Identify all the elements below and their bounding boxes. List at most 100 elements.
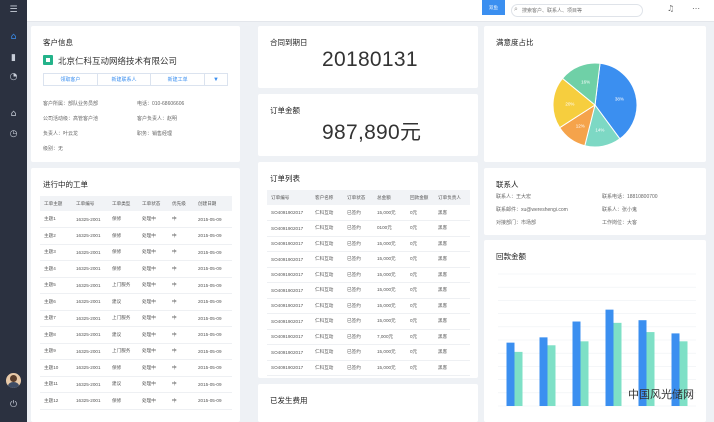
table-cell: 主题11	[40, 376, 72, 393]
table-row[interactable]: 主题3 16325-2001 保修 处理中中 2015-05-09	[40, 244, 232, 261]
table-cell: 15,000元	[373, 236, 406, 252]
table-cell: 主题5	[40, 277, 72, 294]
table-row[interactable]: SO4091902017 仁科互动 已签约 15,000元 0元 黑客	[267, 251, 470, 268]
table-cell: 处理中	[138, 359, 168, 377]
chevron-down-icon[interactable]: ▼	[205, 74, 227, 85]
claim-customer-button[interactable]: 领取客户	[44, 74, 98, 85]
pie-chart-icon[interactable]: ◔	[7, 71, 20, 84]
bar[interactable]	[613, 322, 622, 406]
column-header[interactable]: 工单类型	[108, 196, 138, 211]
contact-field: 联系电话：18810800700	[602, 194, 658, 200]
table-row[interactable]: SO4091902017 仁科互动 已签约 15,000元 0元 黑客	[267, 282, 470, 299]
column-header[interactable]: 工单主题	[40, 196, 72, 211]
search-input[interactable]	[511, 4, 643, 17]
column-header[interactable]: 订单状态	[343, 190, 373, 205]
table-row[interactable]: SO4091902017 仁科互动 已签约 15,000元 0元 黑客	[267, 267, 470, 283]
table-row[interactable]: 主题1 16325-2001 保修 处理中中 2015-05-09	[40, 211, 232, 228]
new-work-order-button[interactable]: 新建工单	[151, 74, 206, 85]
table-row[interactable]: 主题6 16325-2001 建议 处理中中 2015-05-09	[40, 293, 232, 311]
table-row[interactable]: SO4091902017 仁科互动 已签约 15,000元 0元 黑客	[267, 313, 470, 330]
order-amount-value: 987,890元	[322, 121, 422, 144]
table-cell: 15,000元	[373, 267, 406, 283]
table-cell: 仁科互动	[311, 282, 343, 299]
table-cell: SO4091902017	[267, 298, 311, 314]
table-cell: 16325-2001	[72, 211, 108, 228]
table-cell: 已签约	[343, 329, 373, 345]
column-header[interactable]: 订单负责人	[434, 190, 470, 205]
new-contact-button[interactable]: 新建联系人	[98, 74, 152, 85]
table-cell: SO4091902017	[267, 205, 311, 221]
table-row[interactable]: 主题5 16325-2001 上门服务 处理中中 2015-05-09	[40, 277, 232, 294]
table-row[interactable]: SO4091902017 仁科互动 已签约 15,000元 0元 黑客	[267, 344, 470, 361]
field-label: 客户所属：部队业务员部	[43, 101, 99, 107]
bar[interactable]	[547, 345, 556, 406]
bell-icon[interactable]: ♫	[667, 5, 674, 13]
table-cell: 处理中	[138, 227, 168, 245]
slice-label: 16%	[581, 80, 590, 85]
company-logo-icon	[43, 55, 53, 65]
table-cell: 仁科互动	[311, 236, 343, 252]
bar[interactable]	[506, 342, 515, 406]
table-cell: 中	[168, 260, 194, 278]
table-cell: 7,000元	[373, 329, 406, 345]
table-row[interactable]: SO4091902017 仁科互动 已签约 0100元 0元 黑客	[267, 220, 470, 237]
column-header[interactable]: 订单编号	[267, 190, 311, 205]
bar[interactable]	[539, 337, 548, 406]
table-cell: 主题9	[40, 343, 72, 360]
column-header[interactable]: 客户名称	[311, 190, 343, 205]
satisfaction-card: 满意度占比 38%14%12%20%16% 产品质量 专业度 服务态度 反应速度…	[484, 26, 706, 177]
column-header[interactable]: 优先级	[168, 196, 194, 211]
table-cell: 已签约	[343, 282, 373, 299]
table-row[interactable]: 主题9 16325-2001 上门服务 处理中中 2015-05-09	[40, 343, 232, 360]
table-cell: 黑客	[434, 220, 470, 237]
bar-chart-icon[interactable]: ▮	[7, 52, 20, 65]
table-cell: 黑客	[434, 205, 470, 221]
table-cell: SO4091902017	[267, 344, 311, 361]
bar[interactable]	[514, 351, 523, 406]
table-row[interactable]: 主题12 16325-2001 保修 处理中中 2015-05-09	[40, 392, 232, 410]
column-header[interactable]: 工单编号	[72, 196, 108, 211]
table-cell: SO4091902017	[267, 267, 311, 283]
table-cell: 上门服务	[108, 343, 138, 360]
column-header[interactable]: 总金额	[373, 190, 406, 205]
table-cell: SO4091902017	[267, 220, 311, 237]
avatar[interactable]	[6, 373, 21, 388]
column-header[interactable]: 回款金额	[406, 190, 434, 205]
table-row[interactable]: SO4091902017 仁科互动 已签约 15,000元 0元 黑客	[267, 236, 470, 252]
table-header-row: 工单主题 工单编号 工单类型 工单状态 优先级 创建日期	[40, 196, 232, 211]
field-value: 电话：010-68606606	[137, 101, 185, 107]
table-row[interactable]: 主题10 16325-2001 保修 处理中中 2015-05-09	[40, 359, 232, 377]
bar[interactable]	[605, 309, 614, 406]
card-title: 已发生费用	[270, 396, 308, 405]
table-row[interactable]: SO4091902017 仁科互动 已签约 15,000元 0元 黑客	[267, 360, 470, 376]
table-row[interactable]: SO4091902017 仁科互动 已签约 15,000元 0元 黑客	[267, 205, 470, 221]
more-dots-icon[interactable]: ⋯	[692, 5, 700, 13]
table-cell: SO4091902017	[267, 313, 311, 330]
bar[interactable]	[572, 321, 581, 406]
clock-icon[interactable]: ◷	[7, 128, 20, 141]
contract-due-card: 合同到期日 20180131	[258, 26, 478, 88]
menu-icon[interactable]: ☰	[7, 4, 20, 17]
bar[interactable]	[580, 341, 589, 406]
table-row[interactable]: SO4091902017 仁科互动 已签约 7,000元 0元 黑客	[267, 329, 470, 345]
column-header[interactable]: 工单状态	[138, 196, 168, 211]
table-row[interactable]: 主题7 16325-2001 上门服务 处理中中 2015-05-09	[40, 310, 232, 327]
table-row[interactable]: SO4091902017 仁科互动 已签约 15,000元 0元 黑客	[267, 298, 470, 314]
table-cell: 中	[168, 244, 194, 261]
table-row[interactable]: 主题2 16325-2001 保修 处理中中 2015-05-09	[40, 227, 232, 245]
contact-field: 联系邮件：xu@wereshengi.com	[496, 207, 568, 213]
power-icon[interactable]: ⏻	[7, 399, 20, 412]
contact-field: 联系人：王大宏	[496, 194, 532, 200]
table-cell: 2015-05-09	[194, 277, 232, 294]
house-icon[interactable]: ⌂	[7, 108, 20, 121]
table-row[interactable]: 主题11 16325-2001 建议 处理中中 2015-05-09	[40, 376, 232, 393]
satisfaction-pie-chart: 38% 14% 12% 20% 16%	[552, 62, 638, 148]
table-cell: 主题10	[40, 359, 72, 377]
table-cell: 2015-05-09	[194, 244, 232, 261]
brand-badge[interactable]: 双鱼	[482, 0, 505, 15]
table-row[interactable]: 主题8 16325-2001 建议 处理中中 2015-05-09	[40, 326, 232, 344]
column-header[interactable]: 创建日期	[194, 196, 232, 211]
table-cell: SO4091902017	[267, 251, 311, 268]
table-row[interactable]: 主题4 16325-2001 保修 处理中中 2015-05-09	[40, 260, 232, 278]
home-icon[interactable]: ⌂	[7, 31, 20, 44]
